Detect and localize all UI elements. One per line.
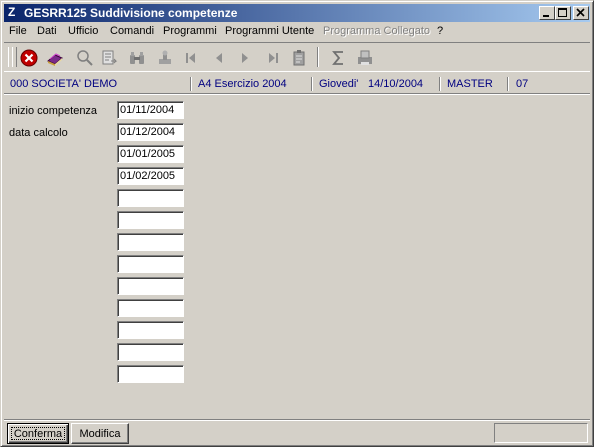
search-icon (77, 50, 93, 66)
calculation-date-label: data calcolo (9, 127, 68, 139)
code-label: 07 (516, 78, 529, 90)
toolbar (4, 42, 590, 72)
maximize-icon (558, 8, 567, 17)
search-button[interactable] (74, 47, 96, 69)
sigma-icon (332, 51, 343, 65)
export-button[interactable] (98, 47, 120, 69)
date-field[interactable] (117, 189, 184, 207)
next-record-button[interactable] (234, 47, 256, 69)
modify-label: Modifica (79, 428, 121, 440)
print-button[interactable] (354, 47, 376, 69)
app-icon[interactable]: Z (8, 5, 22, 21)
menu-programmi[interactable]: Programmi (163, 25, 217, 37)
window-title: GESRR125 Suddivisione competenze (24, 6, 238, 20)
date-field[interactable]: 01/12/2004 (117, 123, 184, 141)
date-field[interactable]: 01/02/2005 (117, 167, 184, 185)
toolbar-separator (317, 47, 319, 67)
modify-button[interactable]: Modifica (71, 423, 129, 444)
date-field[interactable]: 01/11/2004 (117, 101, 184, 119)
date-label: 14/10/2004 (368, 78, 424, 90)
close-button[interactable] (573, 6, 589, 20)
info-separator (439, 77, 441, 91)
last-record-icon (269, 53, 278, 63)
minimize-icon (543, 15, 549, 17)
date-field[interactable] (117, 211, 184, 229)
print-icon (358, 50, 372, 65)
bottom-bar: Conferma Modifica (4, 419, 590, 446)
start-competence-label: inizio competenza (9, 105, 98, 117)
menu-help[interactable]: ? (437, 25, 443, 37)
clipboard-icon (293, 50, 305, 66)
date-field[interactable] (117, 277, 184, 295)
info-separator (311, 77, 313, 91)
menu-programmi-utente[interactable]: Programmi Utente (225, 25, 314, 37)
toolbar-grip[interactable] (12, 47, 17, 67)
menu-bar: File Dati Ufficio Comandi Programmi Prog… (4, 23, 590, 41)
date-field[interactable] (117, 299, 184, 317)
maximize-button[interactable] (555, 6, 571, 20)
find-button[interactable] (126, 47, 148, 69)
date-field[interactable] (117, 233, 184, 251)
first-record-button[interactable] (180, 47, 202, 69)
document-arrow-icon (102, 50, 118, 65)
menu-ufficio[interactable]: Ufficio (68, 25, 98, 37)
date-field[interactable] (117, 343, 184, 361)
menu-programma-collegato: Programma Collegato (323, 25, 430, 37)
title-bar[interactable]: Z GESRR125 Suddivisione competenze (4, 4, 590, 22)
previous-record-button[interactable] (208, 47, 230, 69)
stamp-button[interactable] (154, 47, 176, 69)
clipboard-button[interactable] (288, 47, 310, 69)
close-red-icon (20, 49, 38, 67)
status-panel (494, 423, 588, 443)
menu-file[interactable]: File (9, 25, 27, 37)
confirm-button[interactable]: Conferma (7, 423, 69, 444)
previous-record-icon (216, 53, 222, 63)
info-bar: 000 SOCIETA' DEMO A4 Esercizio 2004 Giov… (4, 74, 590, 94)
book-button[interactable] (44, 47, 66, 69)
next-record-icon (242, 53, 248, 63)
close-icon (576, 8, 585, 17)
sum-button[interactable] (328, 47, 350, 69)
date-field[interactable] (117, 255, 184, 273)
application-window: Z GESRR125 Suddivisione competenze File … (0, 0, 594, 447)
menu-comandi[interactable]: Comandi (110, 25, 154, 37)
date-field[interactable] (117, 321, 184, 339)
exit-button[interactable] (18, 47, 40, 69)
last-record-button[interactable] (262, 47, 284, 69)
menu-dati[interactable]: Dati (37, 25, 57, 37)
date-field[interactable]: 01/01/2005 (117, 145, 184, 163)
company-label: 000 SOCIETA' DEMO (10, 78, 118, 90)
fiscal-year-label: A4 Esercizio 2004 (198, 78, 287, 90)
date-field[interactable] (117, 365, 184, 383)
binoculars-icon (130, 52, 144, 64)
minimize-button[interactable] (539, 6, 555, 20)
book-icon (47, 53, 63, 66)
info-separator (507, 77, 509, 91)
focus-rect (11, 427, 65, 440)
stamp-icon (159, 50, 171, 64)
info-separator (190, 77, 192, 91)
first-record-icon (186, 53, 195, 63)
weekday-label: Giovedi' (319, 78, 359, 90)
user-label: MASTER (447, 78, 493, 90)
